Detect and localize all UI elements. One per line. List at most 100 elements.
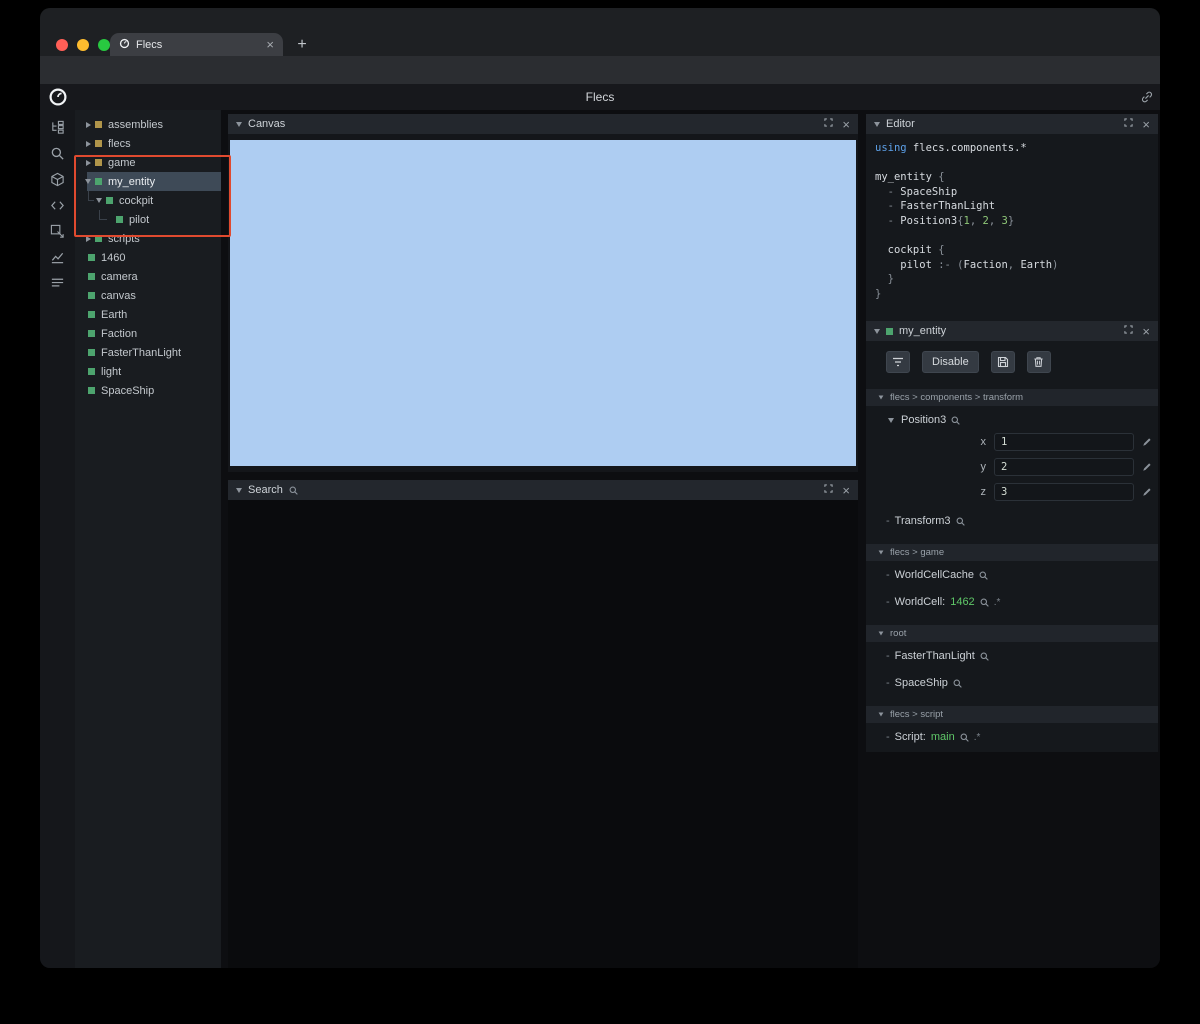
entity-color-icon	[95, 121, 102, 128]
edit-icon[interactable]	[1142, 462, 1152, 472]
tree-item-cockpit[interactable]: cockpit	[75, 191, 221, 210]
code-line: - FasterThanLight	[875, 200, 996, 213]
code-line: using flecs.components.*	[875, 142, 1027, 154]
component-name: Position3	[901, 414, 947, 426]
component-section-header[interactable]: flecs > components > transform	[866, 389, 1158, 406]
search-icon[interactable]	[951, 416, 961, 425]
tree-item-pilot[interactable]: pilot	[75, 210, 221, 229]
search-icon[interactable]	[49, 145, 67, 161]
new-tab-button[interactable]: +	[292, 35, 312, 55]
collapse-icon	[878, 550, 884, 555]
tree-item-game[interactable]: game	[75, 153, 221, 172]
component-row-fasterthanlight[interactable]: - FasterThanLight	[866, 649, 1158, 663]
search-icon[interactable]	[960, 733, 969, 742]
component-fields: x y z	[866, 433, 1158, 501]
expand-arrow-icon[interactable]	[83, 121, 93, 128]
expand-icon[interactable]	[1124, 118, 1134, 130]
z-value-input[interactable]	[994, 483, 1134, 501]
filter-button[interactable]	[886, 351, 910, 373]
tree-item-my-entity[interactable]: my_entity	[75, 172, 221, 191]
collapse-icon[interactable]	[874, 328, 880, 334]
expand-arrow-icon[interactable]	[83, 159, 93, 166]
close-window-button[interactable]	[56, 39, 68, 51]
left-icon-sidebar	[40, 110, 75, 968]
permalink-icon[interactable]	[1140, 90, 1154, 109]
app-header: Flecs	[40, 84, 1160, 110]
tree-item-label: 1460	[101, 251, 126, 264]
tree-item-label: game	[108, 156, 136, 169]
y-value-input[interactable]	[994, 458, 1134, 476]
expand-arrow-icon[interactable]	[83, 140, 93, 147]
collapse-icon[interactable]	[236, 487, 242, 493]
tree-item-scripts[interactable]: scripts	[75, 229, 221, 248]
browser-tab[interactable]: Flecs ×	[110, 33, 283, 56]
script-editor[interactable]: using flecs.components.* my_entity { - S…	[866, 134, 1158, 321]
search-icon[interactable]	[953, 679, 962, 688]
tree-item-label: cockpit	[119, 194, 154, 207]
expand-arrow-icon[interactable]	[83, 235, 93, 242]
delete-button[interactable]	[1026, 351, 1051, 373]
minimize-window-button[interactable]	[77, 39, 89, 51]
save-button[interactable]	[990, 351, 1015, 373]
tree-item-camera[interactable]: camera	[75, 267, 221, 286]
tree-item-faction[interactable]: Faction	[75, 324, 221, 343]
component-row-script[interactable]: - Script: main .*	[866, 730, 1158, 744]
cube-icon[interactable]	[49, 171, 67, 187]
component-row-spaceship[interactable]: - SpaceShip	[866, 676, 1158, 690]
close-icon[interactable]: ×	[1142, 118, 1150, 131]
search-icon[interactable]	[956, 517, 965, 526]
close-icon[interactable]: ×	[842, 484, 850, 497]
close-icon[interactable]: ×	[1142, 325, 1150, 338]
entities-icon[interactable]	[49, 119, 67, 135]
collapse-arrow-icon[interactable]	[83, 179, 93, 184]
x-value-input[interactable]	[994, 433, 1134, 451]
inspector-panel-title: my_entity	[899, 325, 947, 337]
edit-icon[interactable]	[1142, 437, 1152, 447]
code-line: - Position3{1, 2, 3}	[875, 214, 1015, 227]
tree-item-flecs[interactable]: flecs	[75, 134, 221, 153]
tree-item-earth[interactable]: Earth	[75, 305, 221, 324]
tree-item-label: my_entity	[108, 175, 156, 188]
search-icon[interactable]	[980, 652, 989, 661]
expand-icon[interactable]	[824, 118, 834, 130]
tree-item-spaceship[interactable]: SpaceShip	[75, 381, 221, 400]
component-row-transform3[interactable]: - Transform3	[866, 514, 1158, 528]
tree-item-light[interactable]: light	[75, 362, 221, 381]
collapse-arrow-icon[interactable]	[886, 417, 896, 423]
collapse-arrow-icon[interactable]	[94, 198, 104, 203]
tree-item-fasterthanlight[interactable]: FasterThanLight	[75, 343, 221, 362]
log-icon[interactable]	[49, 275, 67, 291]
chart-icon[interactable]	[49, 249, 67, 265]
disable-button[interactable]: Disable	[922, 351, 979, 373]
edit-icon[interactable]	[1142, 487, 1152, 497]
bullet-dash: -	[886, 569, 890, 581]
close-icon[interactable]: ×	[842, 118, 850, 131]
code-icon[interactable]	[49, 197, 67, 213]
tab-close-icon[interactable]: ×	[266, 38, 274, 51]
component-row-position3[interactable]: Position3	[866, 413, 1158, 427]
expand-icon[interactable]	[1124, 325, 1134, 337]
search-panel-body[interactable]	[228, 500, 858, 968]
search-icon[interactable]	[980, 598, 989, 607]
collapse-icon[interactable]	[874, 121, 880, 127]
inspector-panel-header: my_entity ×	[866, 321, 1158, 341]
inspect-icon[interactable]	[49, 223, 67, 239]
tree-item-canvas[interactable]: canvas	[75, 286, 221, 305]
component-value: main	[930, 731, 955, 743]
component-row-worldcellcache[interactable]: - WorldCellCache	[866, 568, 1158, 582]
bullet-dash: -	[886, 731, 890, 743]
entity-tree: assemblies flecs game my_entitycockpit pilot…	[75, 110, 221, 968]
entity-color-icon	[88, 368, 95, 375]
component-section-header[interactable]: flecs > script	[866, 706, 1158, 723]
tree-item-1460[interactable]: 1460	[75, 248, 221, 267]
expand-icon[interactable]	[824, 484, 834, 496]
component-section-header[interactable]: root	[866, 625, 1158, 642]
search-icon[interactable]	[979, 571, 988, 580]
zoom-window-button[interactable]	[98, 39, 110, 51]
tree-item-assemblies[interactable]: assemblies	[75, 115, 221, 134]
component-row-worldcell[interactable]: - WorldCell: 1462 .*	[866, 595, 1158, 609]
collapse-icon[interactable]	[236, 121, 242, 127]
code-line: cockpit {	[875, 244, 945, 257]
canvas-viewport[interactable]	[230, 140, 856, 466]
component-section-header[interactable]: flecs > game	[866, 544, 1158, 561]
